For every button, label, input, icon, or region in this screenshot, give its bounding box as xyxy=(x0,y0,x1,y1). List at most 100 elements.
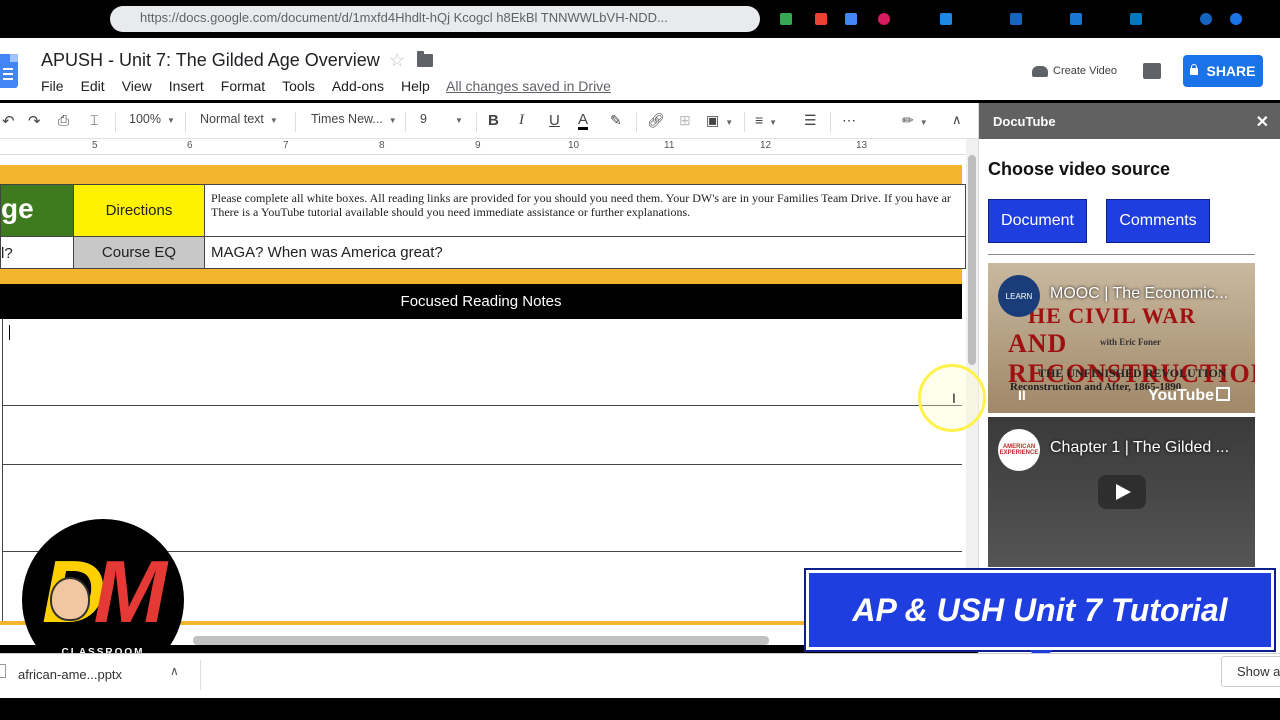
menu-view[interactable]: View xyxy=(122,78,152,94)
unit-title-cell[interactable]: ge xyxy=(0,184,74,237)
ruler-mark: 5 xyxy=(92,140,98,151)
notes-row[interactable] xyxy=(2,406,962,465)
youtube-logo[interactable]: YouTube xyxy=(1148,387,1214,405)
divider xyxy=(200,660,201,690)
extension-icon[interactable] xyxy=(815,13,827,25)
video-card[interactable]: AMERICAN EXPERIENCE Chapter 1 | The Gild… xyxy=(988,417,1255,567)
extension-icon[interactable] xyxy=(845,13,857,25)
course-eq-label-cell[interactable]: Course EQ xyxy=(73,236,205,269)
bold-button[interactable]: B xyxy=(488,112,499,129)
address-bar[interactable]: https://docs.google.com/document/d/1mxfd… xyxy=(110,6,760,32)
highlight-icon[interactable]: ✎ xyxy=(610,112,622,129)
profile-icon[interactable] xyxy=(1230,13,1242,25)
pause-icon[interactable]: II xyxy=(1018,387,1026,403)
directions-line: Please complete all white boxes. All rea… xyxy=(211,191,951,205)
bottom-edge xyxy=(0,698,1280,720)
video-camera-icon xyxy=(1032,65,1048,77)
extension-icon[interactable] xyxy=(940,13,952,25)
question-cell[interactable]: l? xyxy=(0,236,74,269)
course-eq-text-cell[interactable]: MAGA? When was America great? xyxy=(204,236,966,269)
menu-edit[interactable]: Edit xyxy=(81,78,105,94)
file-icon xyxy=(0,664,6,678)
orange-band xyxy=(0,269,962,284)
menu-insert[interactable]: Insert xyxy=(169,78,204,94)
ruler-mark: 6 xyxy=(187,140,193,151)
insert-image-icon[interactable]: ▣ ▼ xyxy=(706,112,733,129)
ruler-mark: 11 xyxy=(664,140,675,151)
ruler-mark: 10 xyxy=(568,140,580,151)
horizontal-scrollbar-thumb[interactable] xyxy=(193,636,769,645)
extension-icon[interactable] xyxy=(878,13,890,25)
docs-logo-icon[interactable] xyxy=(0,54,18,88)
add-comment-icon[interactable]: ⊞ xyxy=(679,112,691,129)
paint-format-icon[interactable]: ⌶ xyxy=(90,112,98,129)
menu-addons[interactable]: Add-ons xyxy=(332,78,384,94)
tutorial-banner: AP & USH Unit 7 Tutorial xyxy=(804,568,1276,652)
text-caret xyxy=(9,325,10,340)
comment-icon[interactable] xyxy=(1143,63,1161,79)
document-title[interactable]: APUSH - Unit 7: The Gilded Age Overview xyxy=(41,50,380,71)
menu-format[interactable]: Format xyxy=(221,78,265,94)
font-size-select[interactable]: 9 ▼ xyxy=(420,112,463,126)
menu-bar: File Edit View Insert Format Tools Add-o… xyxy=(41,78,447,94)
collapse-icon[interactable]: ∧ xyxy=(952,112,962,128)
folder-icon[interactable] xyxy=(417,51,433,67)
extension-icon[interactable] xyxy=(1200,13,1212,25)
saved-status[interactable]: All changes saved in Drive xyxy=(446,78,611,94)
directions-text-cell[interactable]: Please complete all white boxes. All rea… xyxy=(204,184,966,237)
close-icon[interactable]: ✕ xyxy=(1256,112,1269,132)
vertical-scrollbar-thumb[interactable] xyxy=(968,155,976,365)
video-title[interactable]: MOOC | The Economic... xyxy=(1050,285,1228,303)
channel-avatar[interactable]: LEARN xyxy=(998,275,1040,317)
document-source-button[interactable]: Document xyxy=(988,199,1087,243)
directions-line: There is a YouTube tutorial available sh… xyxy=(211,205,691,219)
chevron-up-icon[interactable]: ∧ xyxy=(170,664,179,678)
link-icon[interactable]: 🔗︎ xyxy=(647,112,665,129)
extension-icon[interactable] xyxy=(1010,13,1022,25)
comments-source-button[interactable]: Comments xyxy=(1106,199,1210,243)
create-video-button[interactable]: Create Video xyxy=(1032,65,1117,77)
extension-icon[interactable] xyxy=(1130,13,1142,25)
panel-header: DocuTube ✕ xyxy=(979,103,1280,139)
text-color-button[interactable]: A xyxy=(578,112,589,130)
video-thumbnail-text: with Eric Foner xyxy=(1100,337,1161,347)
more-icon[interactable]: ⋯ xyxy=(842,112,856,129)
menu-file[interactable]: File xyxy=(41,78,64,94)
zoom-select[interactable]: 100% ▼ xyxy=(129,112,175,126)
ruler-mark: 9 xyxy=(475,140,481,151)
print-icon[interactable]: ⎙ xyxy=(58,112,69,129)
video-card[interactable]: HE CIVIL WAR AND RECONSTRUCTION with Eri… xyxy=(988,263,1255,413)
notes-row[interactable] xyxy=(2,319,962,406)
divider xyxy=(988,254,1255,255)
directions-label-cell[interactable]: Directions xyxy=(73,184,205,237)
editing-mode-icon[interactable]: ✏︎ ▼ xyxy=(902,112,928,129)
panel-heading: Choose video source xyxy=(988,159,1171,179)
ruler[interactable]: 5 6 7 8 9 10 11 12 13 xyxy=(0,139,966,155)
underline-button[interactable]: U xyxy=(549,112,560,129)
share-button[interactable]: SHARE xyxy=(1183,55,1263,87)
notes-header[interactable]: Focused Reading Notes xyxy=(0,284,962,319)
ruler-mark: 8 xyxy=(379,140,385,151)
undo-icon[interactable]: ↶ xyxy=(2,112,15,130)
font-select[interactable]: Times New... ▼ xyxy=(311,112,397,126)
show-all-button[interactable]: Show all xyxy=(1221,656,1280,687)
channel-avatar[interactable]: AMERICAN EXPERIENCE xyxy=(998,429,1040,471)
formatting-toolbar: ↶ ↷ ⎙ ⌶ 100% ▼ Normal text ▼ Times New... ▼… xyxy=(0,103,978,139)
italic-button[interactable]: I xyxy=(519,112,524,129)
play-icon[interactable] xyxy=(1098,475,1146,509)
extension-icon[interactable] xyxy=(780,13,792,25)
share-label: SHARE xyxy=(1206,63,1256,79)
fullscreen-icon[interactable] xyxy=(1216,387,1230,401)
video-title[interactable]: Chapter 1 | The Gilded ... xyxy=(1050,439,1229,457)
download-item[interactable]: african-ame...pptx xyxy=(18,667,122,682)
style-select[interactable]: Normal text ▼ xyxy=(200,112,278,126)
line-spacing-icon[interactable]: ☰ xyxy=(804,112,817,129)
extension-icon[interactable] xyxy=(1070,13,1082,25)
menu-tools[interactable]: Tools xyxy=(282,78,315,94)
ruler-mark: 13 xyxy=(856,140,868,151)
menu-help[interactable]: Help xyxy=(401,78,430,94)
redo-icon[interactable]: ↷ xyxy=(28,112,41,130)
star-icon[interactable]: ☆ xyxy=(389,50,405,71)
align-icon[interactable]: ≡ ▼ xyxy=(755,112,777,128)
create-video-label: Create Video xyxy=(1053,65,1118,77)
